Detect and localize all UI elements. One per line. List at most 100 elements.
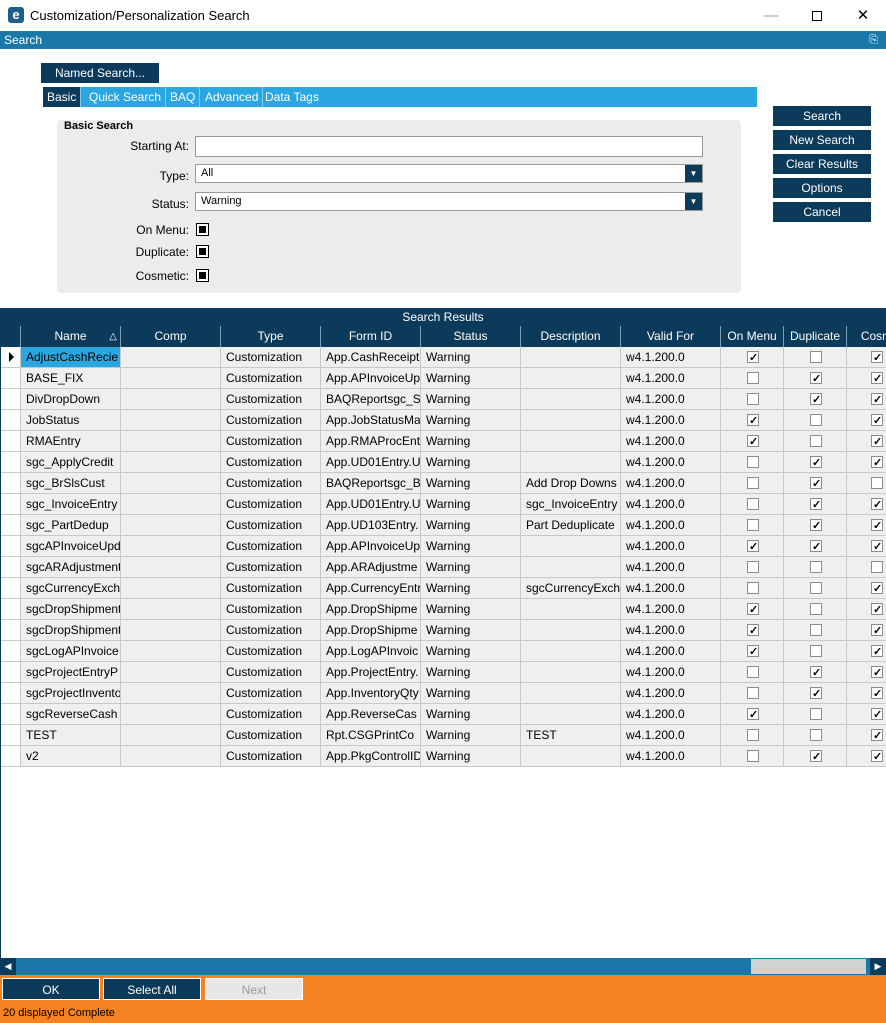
table-row[interactable]: RMAEntry Customization App.RMAProcEnt Warni… [1, 431, 886, 452]
row-selector[interactable] [1, 620, 21, 641]
row-selector[interactable] [1, 704, 21, 725]
on-menu-checkbox[interactable] [747, 582, 759, 594]
row-selector[interactable] [1, 473, 21, 494]
tab-basic[interactable]: Basic [43, 87, 82, 107]
tab-data-tags[interactable]: Data Tags [261, 87, 323, 107]
results-grid[interactable]: Name △ Comp Type Form ID Status Description Val… [0, 326, 886, 958]
on-menu-checkbox[interactable] [747, 750, 759, 762]
duplicate-checkbox[interactable] [196, 245, 209, 258]
cosmetic-checkbox[interactable] [871, 369, 883, 388]
on-menu-checkbox[interactable] [747, 519, 759, 531]
cosmetic-checkbox[interactable] [871, 747, 883, 766]
row-selector[interactable] [1, 515, 21, 536]
status-select[interactable]: Warning ▼ [195, 192, 703, 211]
clear-results-button[interactable]: Clear Results [773, 154, 871, 174]
on-menu-checkbox[interactable] [747, 705, 759, 724]
row-selector[interactable] [1, 389, 21, 410]
new-search-button[interactable]: New Search [773, 130, 871, 150]
cosmetic-checkbox[interactable] [871, 663, 883, 682]
table-row[interactable]: sgcLogAPInvoice Customization App.LogAPInv… [1, 641, 886, 662]
duplicate-checkbox[interactable] [810, 537, 822, 556]
cosmetic-checkbox[interactable] [871, 390, 883, 409]
row-selector[interactable] [1, 662, 21, 683]
on-menu-checkbox[interactable] [747, 561, 759, 573]
table-row[interactable]: sgcProjectInvento Customization App.Invent… [1, 683, 886, 704]
on-menu-checkbox[interactable] [196, 223, 209, 236]
column-header-on-menu[interactable]: On Menu [721, 326, 784, 347]
duplicate-checkbox[interactable] [810, 624, 822, 636]
column-header-cosmetic[interactable]: Cosm [847, 326, 886, 347]
on-menu-checkbox[interactable] [747, 642, 759, 661]
pin-icon[interactable]: ⎘ [869, 31, 878, 49]
row-selector[interactable] [1, 431, 21, 452]
column-header-name[interactable]: Name △ [21, 326, 121, 347]
row-selector[interactable] [1, 599, 21, 620]
duplicate-checkbox[interactable] [810, 684, 822, 703]
close-button[interactable]: ✕ [840, 0, 886, 31]
row-selector[interactable] [1, 410, 21, 431]
on-menu-checkbox[interactable] [747, 600, 759, 619]
duplicate-checkbox[interactable] [810, 582, 822, 594]
next-button[interactable]: Next [205, 978, 303, 1000]
column-header-description[interactable]: Description [521, 326, 621, 347]
cosmetic-checkbox[interactable] [871, 411, 883, 430]
tab-advanced[interactable]: Advanced [201, 87, 264, 107]
cosmetic-checkbox[interactable] [871, 621, 883, 640]
maximize-button[interactable] [794, 0, 840, 31]
duplicate-checkbox[interactable] [810, 663, 822, 682]
starting-at-input[interactable] [195, 136, 703, 157]
on-menu-checkbox[interactable] [747, 372, 759, 384]
minimize-button[interactable]: — [748, 0, 794, 31]
on-menu-checkbox[interactable] [747, 729, 759, 741]
table-row[interactable]: sgcDropShipment Customization App.DropShip… [1, 620, 886, 641]
row-selector[interactable] [1, 641, 21, 662]
duplicate-checkbox[interactable] [810, 495, 822, 514]
cosmetic-checkbox[interactable] [871, 684, 883, 703]
table-row[interactable]: sgcCurrencyExch Customization App.Currency… [1, 578, 886, 599]
column-header-type[interactable]: Type [221, 326, 321, 347]
on-menu-checkbox[interactable] [747, 477, 759, 489]
type-select[interactable]: All ▼ [195, 164, 703, 183]
cosmetic-checkbox[interactable] [871, 561, 883, 573]
options-button[interactable]: Options [773, 178, 871, 198]
table-row[interactable]: sgc_InvoiceEntry Customization App.UD01Ent… [1, 494, 886, 515]
column-header-duplicate[interactable]: Duplicate [784, 326, 847, 347]
cosmetic-checkbox[interactable] [871, 642, 883, 661]
row-selector[interactable] [1, 557, 21, 578]
cosmetic-checkbox[interactable] [871, 600, 883, 619]
table-row[interactable]: sgcProjectEntryP Customization App.Project… [1, 662, 886, 683]
duplicate-checkbox[interactable] [810, 708, 822, 720]
duplicate-checkbox[interactable] [810, 729, 822, 741]
table-row[interactable]: sgc_PartDedup Customization App.UD103Entry… [1, 515, 886, 536]
cosmetic-checkbox[interactable] [871, 477, 883, 489]
cosmetic-checkbox[interactable] [871, 516, 883, 535]
column-header-valid-for[interactable]: Valid For [621, 326, 721, 347]
tab-quick-search[interactable]: Quick Search [85, 87, 167, 107]
duplicate-checkbox[interactable] [810, 453, 822, 472]
table-row[interactable]: sgc_BrSlsCust Customization BAQReportsgc_B… [1, 473, 886, 494]
chevron-down-icon[interactable]: ▼ [685, 165, 702, 182]
table-row[interactable]: AdjustCashRecie Customization App.CashRece… [1, 347, 886, 368]
table-row[interactable]: sgcAPInvoiceUpd Customization App.APInvoic… [1, 536, 886, 557]
horizontal-scrollbar[interactable]: ◀ ▶ [0, 958, 886, 975]
duplicate-checkbox[interactable] [810, 561, 822, 573]
duplicate-checkbox[interactable] [810, 390, 822, 409]
duplicate-checkbox[interactable] [810, 474, 822, 493]
row-selector[interactable] [1, 536, 21, 557]
table-row[interactable]: TEST Customization Rpt.CSGPrintCo Warning TE… [1, 725, 886, 746]
scroll-right-icon[interactable]: ▶ [870, 958, 886, 975]
row-selector[interactable] [1, 683, 21, 704]
cosmetic-checkbox[interactable] [871, 726, 883, 745]
select-all-button[interactable]: Select All [103, 978, 201, 1000]
table-row[interactable]: sgcDropShipment Customization App.DropShip… [1, 599, 886, 620]
cosmetic-checkbox[interactable] [871, 432, 883, 451]
scroll-left-icon[interactable]: ◀ [0, 958, 16, 975]
on-menu-checkbox[interactable] [747, 537, 759, 556]
on-menu-checkbox[interactable] [747, 348, 759, 367]
row-selector-arrow-icon[interactable] [1, 347, 21, 368]
row-selector[interactable] [1, 746, 21, 767]
duplicate-checkbox[interactable] [810, 369, 822, 388]
named-search-button[interactable]: Named Search... [41, 63, 159, 83]
duplicate-checkbox[interactable] [810, 747, 822, 766]
scrollbar-track[interactable] [751, 959, 866, 974]
